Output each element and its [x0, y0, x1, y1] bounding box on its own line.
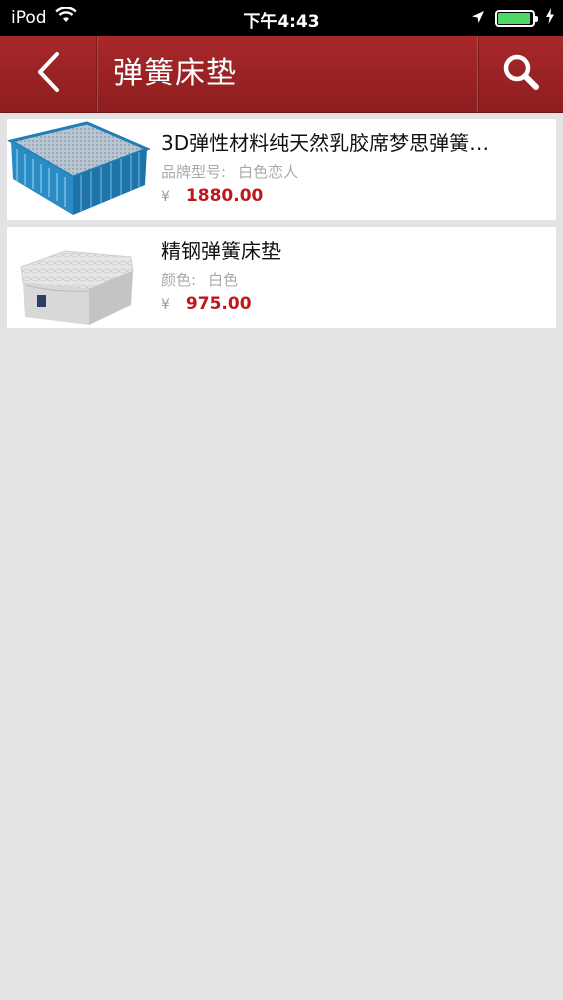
app-header: 弹簧床垫: [0, 36, 563, 113]
white-mattress-image: [7, 227, 150, 328]
attribute-label: 品牌型号:: [161, 163, 227, 181]
location-arrow-icon: [471, 9, 485, 28]
product-price: ¥ 1880.00: [161, 186, 263, 206]
product-name: 精钢弹簧床垫: [161, 239, 281, 263]
attribute-value: 白色: [208, 271, 239, 289]
product-attribute: 颜色: 白色: [161, 269, 238, 290]
price-value: 1880.00: [185, 186, 264, 206]
blue-mattress-image: [6, 119, 151, 220]
product-item[interactable]: 精钢弹簧床垫 颜色: 白色 ¥ 975.00: [7, 227, 556, 328]
product-price: ¥ 975.00: [161, 294, 252, 314]
status-right: [471, 8, 555, 28]
attribute-value: 白色恋人: [238, 163, 299, 181]
search-icon: [501, 52, 541, 96]
product-item[interactable]: 3D弹性材料纯天然乳胶席梦思弹簧… 品牌型号: 白色恋人 ¥ 1880.00: [6, 119, 556, 220]
currency-symbol: ¥: [161, 297, 170, 313]
battery-icon: [495, 9, 538, 27]
attribute-label: 颜色:: [161, 271, 197, 289]
back-button[interactable]: [0, 36, 97, 112]
chevron-left-icon: [35, 51, 61, 97]
charging-icon: [545, 8, 555, 28]
status-bar: iPod 下午4:43: [0, 0, 563, 36]
product-attribute: 品牌型号: 白色恋人: [161, 161, 298, 182]
battery-fill: [498, 12, 531, 24]
product-name: 3D弹性材料纯天然乳胶席梦思弹簧…: [161, 131, 490, 155]
page-title: 弹簧床垫: [113, 56, 237, 91]
price-value: 975.00: [185, 294, 252, 314]
currency-symbol: ¥: [161, 189, 170, 205]
product-list: 3D弹性材料纯天然乳胶席梦思弹簧… 品牌型号: 白色恋人 ¥ 1880.00 精…: [6, 119, 556, 335]
search-button[interactable]: [478, 36, 563, 112]
